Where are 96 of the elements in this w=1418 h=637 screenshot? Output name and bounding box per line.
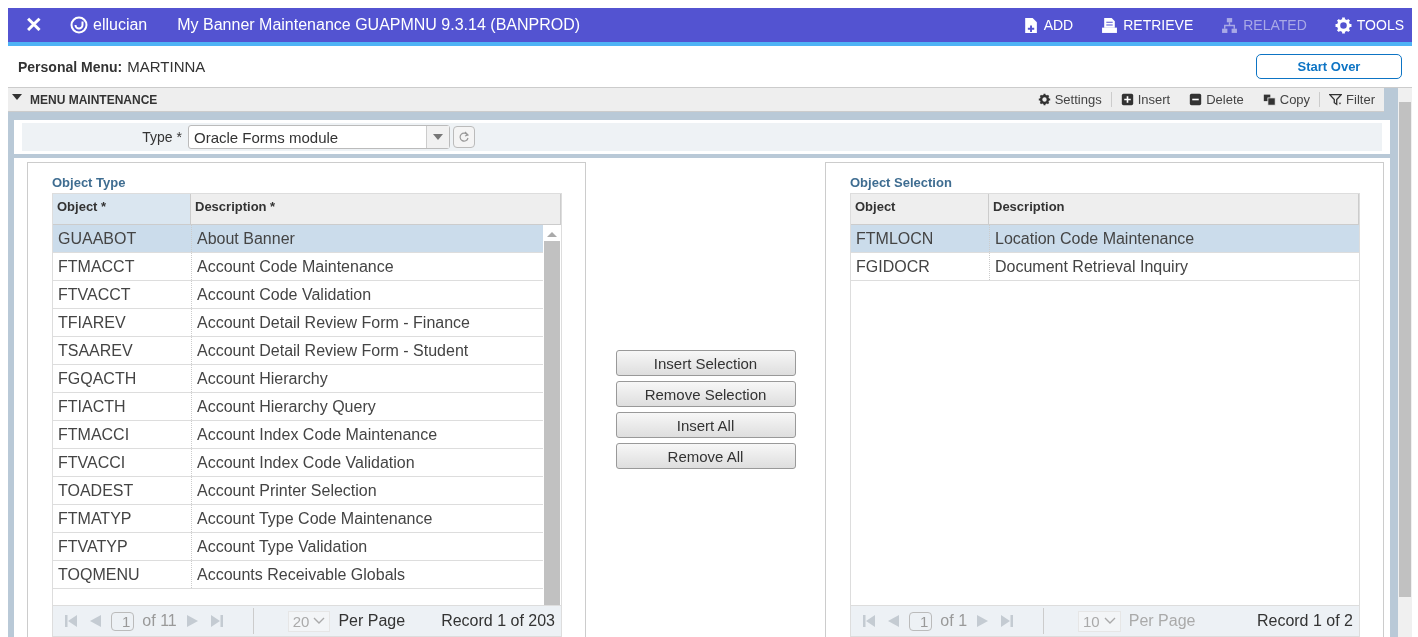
table-cell-text: FTIACTH [57, 397, 127, 417]
transfer-button[interactable]: Insert Selection [615, 350, 796, 376]
table-cell-text: TFIAREV [57, 313, 127, 333]
document-tray-icon [1101, 16, 1119, 34]
table-cell: Location Code Maintenance [989, 225, 1359, 252]
chevron-down-icon [1103, 617, 1116, 625]
table-cell-text: FTVATYP [57, 537, 129, 557]
section-tool-button[interactable]: Copy [1252, 92, 1320, 107]
section-tool-button[interactable]: Settings [1027, 92, 1111, 107]
hierarchy-icon [1221, 16, 1239, 34]
section-tool-button[interactable]: Delete [1179, 92, 1253, 107]
table-row[interactable]: TOADEST Account Printer Selection [53, 477, 543, 505]
table-cell: Account Code Maintenance [191, 253, 543, 280]
table-row[interactable]: TSAAREV Account Detail Review Form - Student [53, 337, 543, 365]
page-count: of 1 [940, 612, 968, 630]
table-row[interactable]: FTMATYP Account Type Code Maintenance [53, 505, 543, 533]
table-cell: About Banner [191, 225, 543, 252]
personal-menu-label: Personal Menu: [18, 58, 123, 75]
per-page-label: Per Page [338, 612, 406, 630]
personal-menu-value: MARTINNA [127, 58, 207, 75]
window-title: My Banner Maintenance GUAPMNU 9.3.14 (BANPROD) [177, 16, 582, 34]
record-count: Record 1 of 2 [1256, 612, 1353, 630]
table-cell-text: FTVACCI [57, 453, 127, 473]
table-row[interactable]: FTMLOCN Location Code Maintenance [851, 225, 1359, 253]
copy-icon [1262, 93, 1276, 106]
column-header[interactable]: Description [989, 194, 1359, 224]
table-row[interactable]: FTMACCI Account Index Code Maintenance [53, 421, 543, 449]
dropdown-arrow-icon[interactable] [433, 134, 443, 140]
table-cell: GUAABOT [53, 225, 191, 252]
start-over-button[interactable]: Start Over [1256, 54, 1402, 79]
transfer-button[interactable]: Remove All [615, 443, 796, 469]
table-row[interactable]: FGQACTH Account Hierarchy [53, 365, 543, 393]
table-cell-text: TSAAREV [57, 341, 134, 361]
last-page-icon[interactable] [999, 613, 1016, 629]
chevron-down-icon [313, 617, 326, 625]
collapse-icon[interactable] [12, 92, 22, 101]
table-cell-text: TOADEST [57, 481, 135, 501]
table-row[interactable]: GUAABOT About Banner [53, 225, 543, 253]
close-button[interactable]: ✕ [14, 13, 54, 37]
section-tool-button[interactable]: Filter [1319, 92, 1384, 107]
column-header[interactable]: Object * [53, 194, 191, 224]
table-cell-text: TOQMENU [57, 565, 141, 585]
table-row[interactable]: TFIAREV Account Detail Review Form - Finance [53, 309, 543, 337]
table-cell: Account Code Validation [191, 281, 543, 308]
type-select[interactable]: Oracle Forms module [188, 125, 450, 149]
transfer-button[interactable]: Insert All [615, 412, 796, 438]
section-tool-button[interactable]: Insert [1110, 92, 1180, 107]
table-cell-text: FTVACCT [57, 285, 132, 305]
table-cell: Account Type Code Maintenance [191, 505, 543, 532]
table-row[interactable]: FGIDOCR Document Retrieval Inquiry [851, 253, 1359, 281]
panel-title: Object Type [52, 175, 127, 190]
type-label: Type * [141, 129, 183, 145]
transfer-button[interactable]: Remove Selection [615, 381, 796, 407]
toolbar-button[interactable]: ADD [1021, 16, 1074, 34]
table-cell-text: FGIDOCR [855, 257, 931, 277]
toolbar-button[interactable]: TOOLS [1334, 16, 1404, 34]
plus-square-icon [1120, 93, 1134, 106]
section-title: MENU MAINTENANCE [30, 92, 159, 107]
column-header[interactable]: Description * [191, 194, 561, 224]
table-cell: Account Printer Selection [191, 477, 543, 504]
page-count: of 11 [142, 612, 177, 630]
last-page-icon[interactable] [208, 613, 225, 629]
minus-square-icon [1189, 93, 1203, 106]
table-row[interactable]: FTMACCT Account Code Maintenance [53, 253, 543, 281]
toolbar-button[interactable]: RETRIEVE [1101, 16, 1194, 34]
table-cell-text: FGQACTH [57, 369, 138, 389]
table-cell-text: FTMACCI [57, 425, 131, 445]
table-row[interactable]: FTVACCI Account Index Code Validation [53, 449, 543, 477]
table-cell-text: FTMACCT [57, 257, 136, 277]
table-row[interactable]: FTVATYP Account Type Validation [53, 533, 543, 561]
table-cell-text: FTMATYP [57, 509, 133, 529]
table-row[interactable]: TOQMENU Accounts Receivable Globals [53, 561, 543, 589]
refresh-icon[interactable] [453, 126, 475, 148]
table-row[interactable]: FTVACCT Account Code Validation [53, 281, 543, 309]
per-page-label: Per Page [1128, 612, 1196, 630]
table-row[interactable]: FTIACTH Account Hierarchy Query [53, 393, 543, 421]
first-page-icon[interactable] [861, 613, 877, 629]
first-page-icon[interactable] [63, 613, 79, 629]
table-cell: FTMLOCN [851, 225, 989, 252]
table-cell: Accounts Receivable Globals [191, 561, 543, 588]
brand-logo[interactable]: ellucian [70, 16, 148, 34]
scroll-up-icon[interactable] [547, 231, 557, 237]
table-cell: Document Retrieval Inquiry [989, 253, 1359, 280]
record-count: Record 1 of 203 [441, 612, 555, 630]
table-cell: Account Detail Review Form - Finance [191, 309, 543, 336]
table-cell: Account Type Validation [191, 533, 543, 560]
table-cell: Account Detail Review Form - Student [191, 337, 543, 364]
settings-icon [1037, 93, 1051, 106]
table-cell: Account Index Code Maintenance [191, 421, 543, 448]
filter-icon [1329, 93, 1343, 106]
column-header[interactable]: Object [851, 194, 989, 224]
table-cell: Account Hierarchy Query [191, 393, 543, 420]
panel-title: Object Selection [850, 175, 953, 190]
table-cell: Account Hierarchy [191, 365, 543, 392]
table-cell: Account Index Code Validation [191, 449, 543, 476]
settings-icon [1334, 16, 1352, 34]
